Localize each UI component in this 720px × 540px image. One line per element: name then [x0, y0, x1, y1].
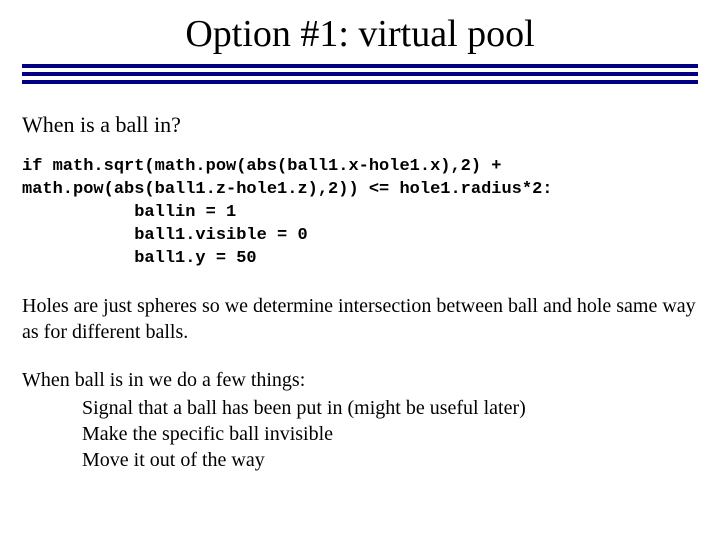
code-line: ballin = 1 — [22, 203, 236, 222]
actions-list: Signal that a ball has been put in (migh… — [82, 395, 698, 473]
code-line: ball1.y = 50 — [22, 249, 257, 268]
code-block: if math.sqrt(math.pow(abs(ball1.x-hole1.… — [22, 156, 698, 271]
paragraph-holes: Holes are just spheres so we determine i… — [22, 293, 698, 345]
slide: Option #1: virtual pool When is a ball i… — [0, 0, 720, 540]
list-item: Signal that a ball has been put in (migh… — [82, 395, 698, 421]
code-line: ball1.visible = 0 — [22, 226, 308, 245]
list-item: Move it out of the way — [82, 447, 698, 473]
code-line: math.pow(abs(ball1.z-hole1.z),2)) <= hol… — [22, 180, 553, 199]
code-line: if math.sqrt(math.pow(abs(ball1.x-hole1.… — [22, 157, 501, 176]
actions-intro: When ball is in we do a few things: — [22, 369, 305, 391]
slide-title: Option #1: virtual pool — [22, 12, 698, 56]
title-underline — [22, 64, 698, 84]
paragraph-actions: When ball is in we do a few things: Sign… — [22, 367, 698, 473]
section-heading: When is a ball in? — [22, 112, 698, 138]
list-item: Make the specific ball invisible — [82, 421, 698, 447]
